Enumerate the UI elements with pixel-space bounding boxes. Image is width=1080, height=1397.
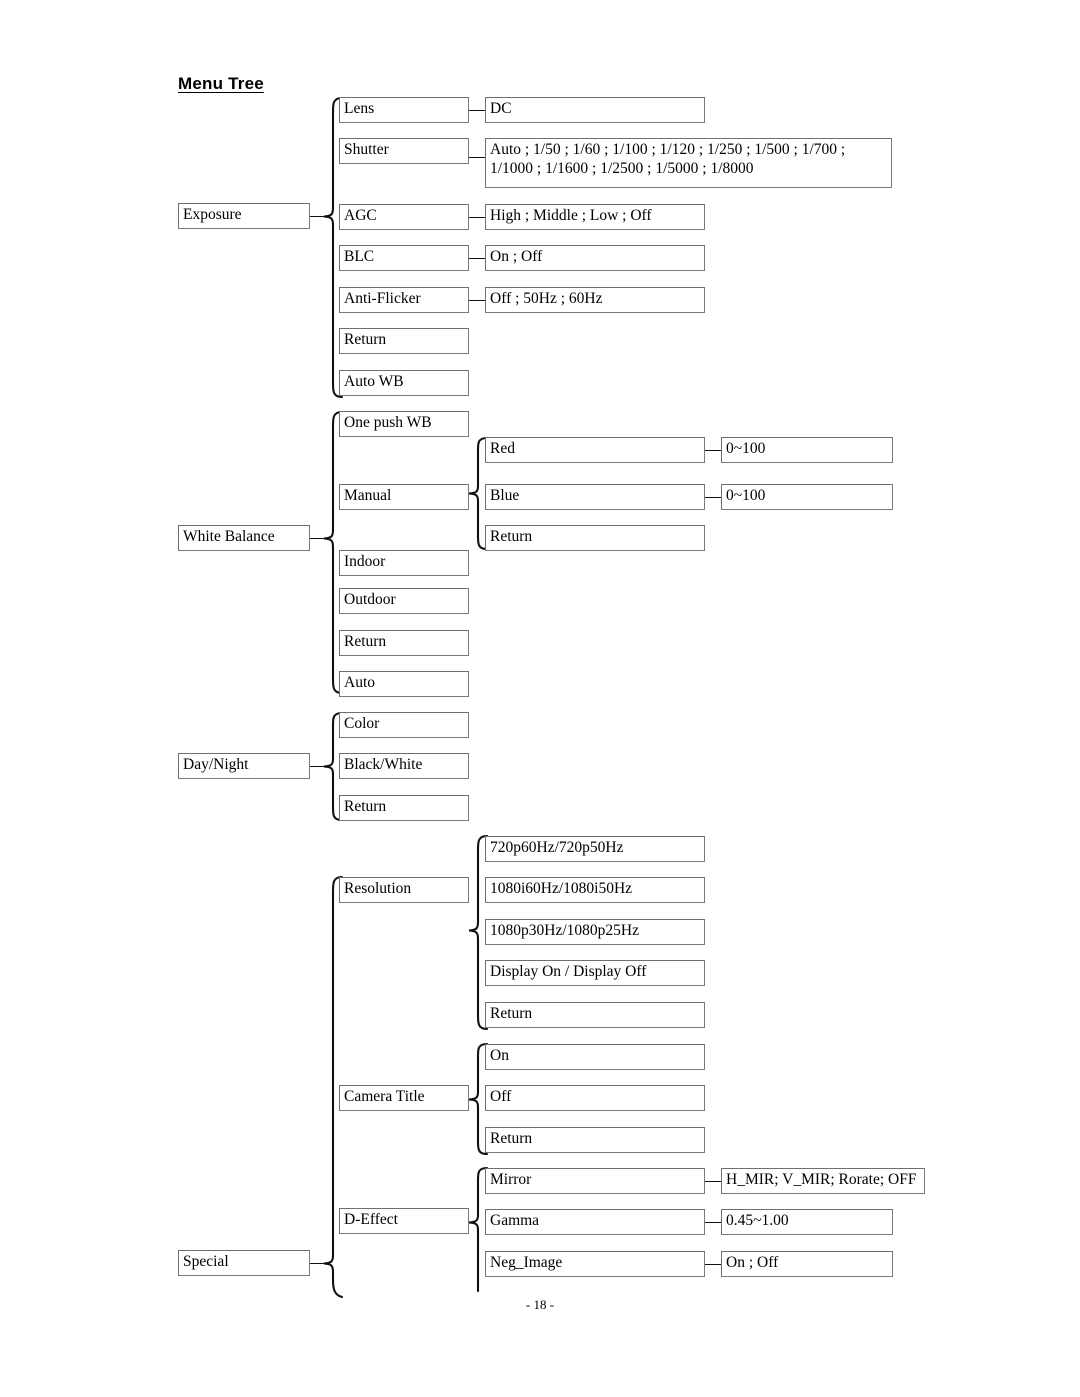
value-anti-flicker: Off ; 50Hz ; 60Hz (485, 287, 705, 313)
node-display-on-off[interactable]: Display On / Display Off (485, 960, 705, 986)
node-white-balance[interactable]: White Balance (178, 525, 310, 551)
page-title: Menu Tree (178, 74, 264, 93)
node-resolution-return[interactable]: Return (485, 1002, 705, 1028)
node-anti-flicker[interactable]: Anti-Flicker (339, 287, 469, 313)
node-indoor[interactable]: Indoor (339, 550, 469, 576)
node-exposure[interactable]: Exposure (178, 203, 310, 229)
node-camera-title-return[interactable]: Return (485, 1127, 705, 1153)
node-gamma[interactable]: Gamma (485, 1209, 705, 1235)
page-number: - 18 - (525, 1297, 555, 1312)
connector-blue (705, 497, 721, 498)
node-special[interactable]: Special (178, 1250, 310, 1276)
connector-agc (469, 217, 485, 218)
connector-anti-flicker (469, 300, 485, 301)
node-d-effect[interactable]: D-Effect (339, 1208, 469, 1234)
connector-red (705, 450, 721, 451)
node-outdoor[interactable]: Outdoor (339, 588, 469, 614)
brace-camera-title (468, 1042, 489, 1156)
node-day-night-return[interactable]: Return (339, 795, 469, 821)
value-red: 0~100 (721, 437, 893, 463)
node-res-1080p[interactable]: 1080p30Hz/1080p25Hz (485, 919, 705, 945)
value-shutter-line1: Auto ; 1/50 ; 1/60 ; 1/100 ; 1/120 ; 1/2… (490, 141, 846, 158)
node-res-720p[interactable]: 720p60Hz/720p50Hz (485, 836, 705, 862)
value-shutter-line2: 1/1000 ; 1/1600 ; 1/2500 ; 1/5000 ; 1/80… (490, 159, 754, 177)
connector-mirror (705, 1181, 721, 1182)
connector-gamma (705, 1222, 721, 1223)
node-camera-title[interactable]: Camera Title (339, 1085, 469, 1111)
node-one-push-wb[interactable]: One push WB (339, 411, 469, 437)
node-lens[interactable]: Lens (339, 97, 469, 123)
brace-manual (468, 436, 489, 551)
node-color[interactable]: Color (339, 712, 469, 738)
value-mirror: H_MIR; V_MIR; Rorate; OFF (721, 1168, 925, 1194)
connector-neg-image (705, 1264, 721, 1265)
node-auto[interactable]: Auto (339, 671, 469, 697)
value-gamma: 0.45~1.00 (721, 1209, 893, 1235)
node-black-white[interactable]: Black/White (339, 753, 469, 779)
node-manual-return[interactable]: Return (485, 525, 705, 551)
value-blc: On ; Off (485, 245, 705, 271)
node-blue[interactable]: Blue (485, 484, 705, 510)
node-wb-return[interactable]: Return (339, 630, 469, 656)
value-lens: DC (485, 97, 705, 123)
brace-resolution (468, 834, 489, 1031)
value-shutter: Auto ; 1/50 ; 1/60 ; 1/100 ; 1/120 ; 1/2… (485, 138, 892, 188)
node-camera-title-off[interactable]: Off (485, 1085, 705, 1111)
connector-lens (469, 110, 485, 111)
node-agc[interactable]: AGC (339, 204, 469, 230)
node-blc[interactable]: BLC (339, 245, 469, 271)
node-manual[interactable]: Manual (339, 484, 469, 510)
brace-d-effect (468, 1166, 489, 1293)
node-day-night[interactable]: Day/Night (178, 753, 310, 779)
node-neg-image[interactable]: Neg_Image (485, 1251, 705, 1277)
connector-blc (469, 258, 485, 259)
node-red[interactable]: Red (485, 437, 705, 463)
node-camera-title-on[interactable]: On (485, 1044, 705, 1070)
value-blue: 0~100 (721, 484, 893, 510)
node-shutter[interactable]: Shutter (339, 138, 469, 164)
connector-shutter (469, 157, 485, 158)
value-agc: High ; Middle ; Low ; Off (485, 204, 705, 230)
node-resolution[interactable]: Resolution (339, 877, 469, 903)
node-auto-wb[interactable]: Auto WB (339, 370, 469, 396)
menu-tree-page: Menu Tree Exposure Lens DC Shutter Auto … (0, 0, 1080, 1397)
value-neg-image: On ; Off (721, 1251, 893, 1277)
node-res-1080i[interactable]: 1080i60Hz/1080i50Hz (485, 877, 705, 903)
node-mirror[interactable]: Mirror (485, 1168, 705, 1194)
node-exposure-return[interactable]: Return (339, 328, 469, 354)
